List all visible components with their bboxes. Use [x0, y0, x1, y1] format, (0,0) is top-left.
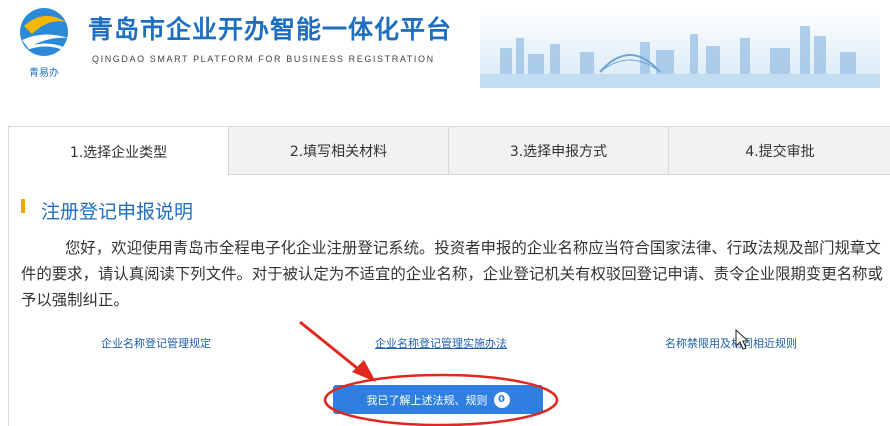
logo-caption: 青易办 — [29, 66, 59, 79]
notice-text: 您好，欢迎使用青岛市全程电子化企业注册登记系统。投资者申报的企业名称应当符合国家… — [21, 239, 883, 309]
main-panel: 1.选择企业类型 2.填写相关材料 3.选择申报方式 4.提交审批 注册登记申报… — [8, 126, 890, 426]
tab-submit-approval[interactable]: 4.提交审批 — [669, 127, 890, 175]
link-prohibited-names-rules[interactable]: 名称禁限用及相同相近规则 — [665, 335, 797, 351]
skyline-image — [480, 8, 880, 88]
step-tabs: 1.选择企业类型 2.填写相关材料 3.选择申报方式 4.提交审批 — [9, 127, 890, 176]
section-title: 注册登记申报说明 — [41, 201, 194, 223]
site-header: 青易办 青岛市企业开办智能一体化平台 QINGDAO SMART PLATFOR… — [0, 0, 890, 100]
section-marker — [21, 199, 25, 213]
tab-select-company-type[interactable]: 1.选择企业类型 — [9, 127, 229, 176]
tab-select-filing-method[interactable]: 3.选择申报方式 — [449, 127, 669, 175]
link-name-registration-rules[interactable]: 企业名称登记管理规定 — [101, 335, 211, 351]
site-title: 青岛市企业开办智能一体化平台 — [88, 15, 453, 44]
tab-fill-materials[interactable]: 2.填写相关材料 — [229, 127, 449, 175]
site-subtitle: QINGDAO SMART PLATFORM FOR BUSINESS REGI… — [92, 54, 435, 64]
countdown-badge: 0 — [493, 391, 510, 408]
link-name-registration-implementation[interactable]: 企业名称登记管理实施办法 — [375, 335, 507, 351]
confirm-read-button[interactable]: 我已了解上述法规、规则 0 — [333, 385, 543, 414]
confirm-button-label: 我已了解上述法规、规则 — [366, 393, 488, 407]
logo-icon: 青易办 — [20, 8, 68, 79]
